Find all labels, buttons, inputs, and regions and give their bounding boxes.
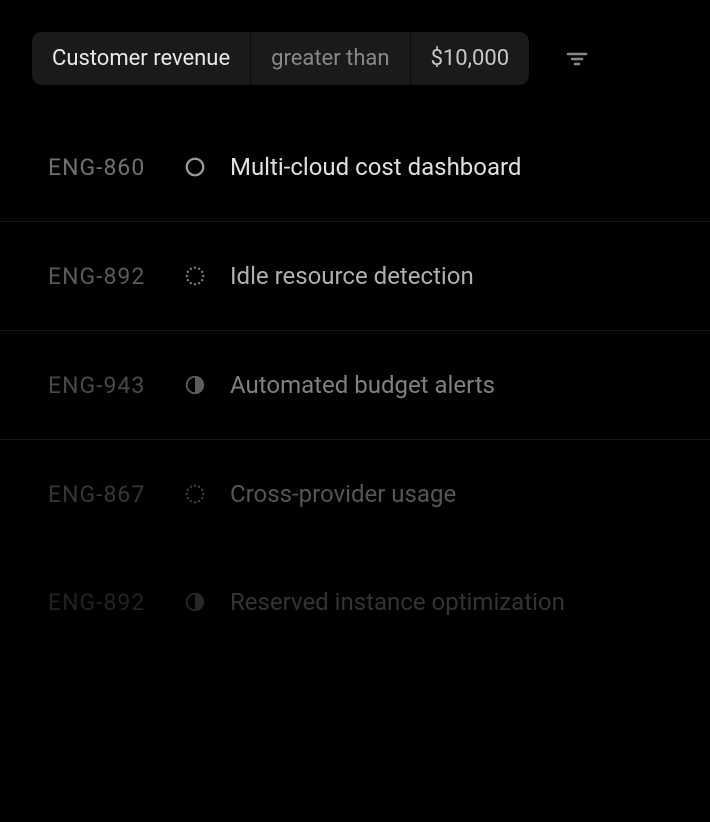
status-inprogress-icon [184, 591, 206, 613]
issue-id: ENG-892 [48, 263, 184, 290]
issue-title: Reserved instance optimization [230, 588, 565, 616]
issue-title: Cross-provider usage [230, 480, 456, 508]
issue-title: Idle resource detection [230, 262, 474, 290]
filter-field-chip[interactable]: Customer revenue [32, 32, 251, 85]
filter-field-label: Customer revenue [52, 46, 230, 71]
filter-value-chip[interactable]: $10,000 [411, 32, 530, 85]
filter-value-label: $10,000 [431, 46, 510, 71]
issue-id: ENG-867 [48, 481, 184, 508]
filter-operator-label: greater than [271, 46, 389, 71]
issue-list-panel: Customer revenue greater than $10,000 EN… [0, 0, 710, 656]
issue-id: ENG-943 [48, 372, 184, 399]
issue-row[interactable]: ENG-867 Cross-provider usage [0, 440, 710, 548]
status-todo-icon [184, 156, 206, 178]
issue-list: ENG-860 Multi-cloud cost dashboard ENG-892… [0, 133, 710, 656]
issue-title: Multi-cloud cost dashboard [230, 153, 521, 181]
issue-row[interactable]: ENG-892 Reserved instance optimization [0, 548, 710, 656]
issue-row[interactable]: ENG-943 Automated budget alerts [0, 331, 710, 440]
filter-button[interactable] [557, 39, 597, 79]
issue-id: ENG-892 [48, 589, 184, 616]
issue-id: ENG-860 [48, 154, 184, 181]
status-backlog-icon [184, 483, 206, 505]
issue-title: Automated budget alerts [230, 371, 495, 399]
status-backlog-icon [184, 265, 206, 287]
issue-row[interactable]: ENG-860 Multi-cloud cost dashboard [0, 133, 710, 222]
status-inprogress-icon [184, 374, 206, 396]
issue-row[interactable]: ENG-892 Idle resource detection [0, 222, 710, 331]
filter-bar: Customer revenue greater than $10,000 [0, 32, 710, 85]
filter-operator-chip[interactable]: greater than [251, 32, 410, 85]
filter-icon [565, 47, 589, 71]
